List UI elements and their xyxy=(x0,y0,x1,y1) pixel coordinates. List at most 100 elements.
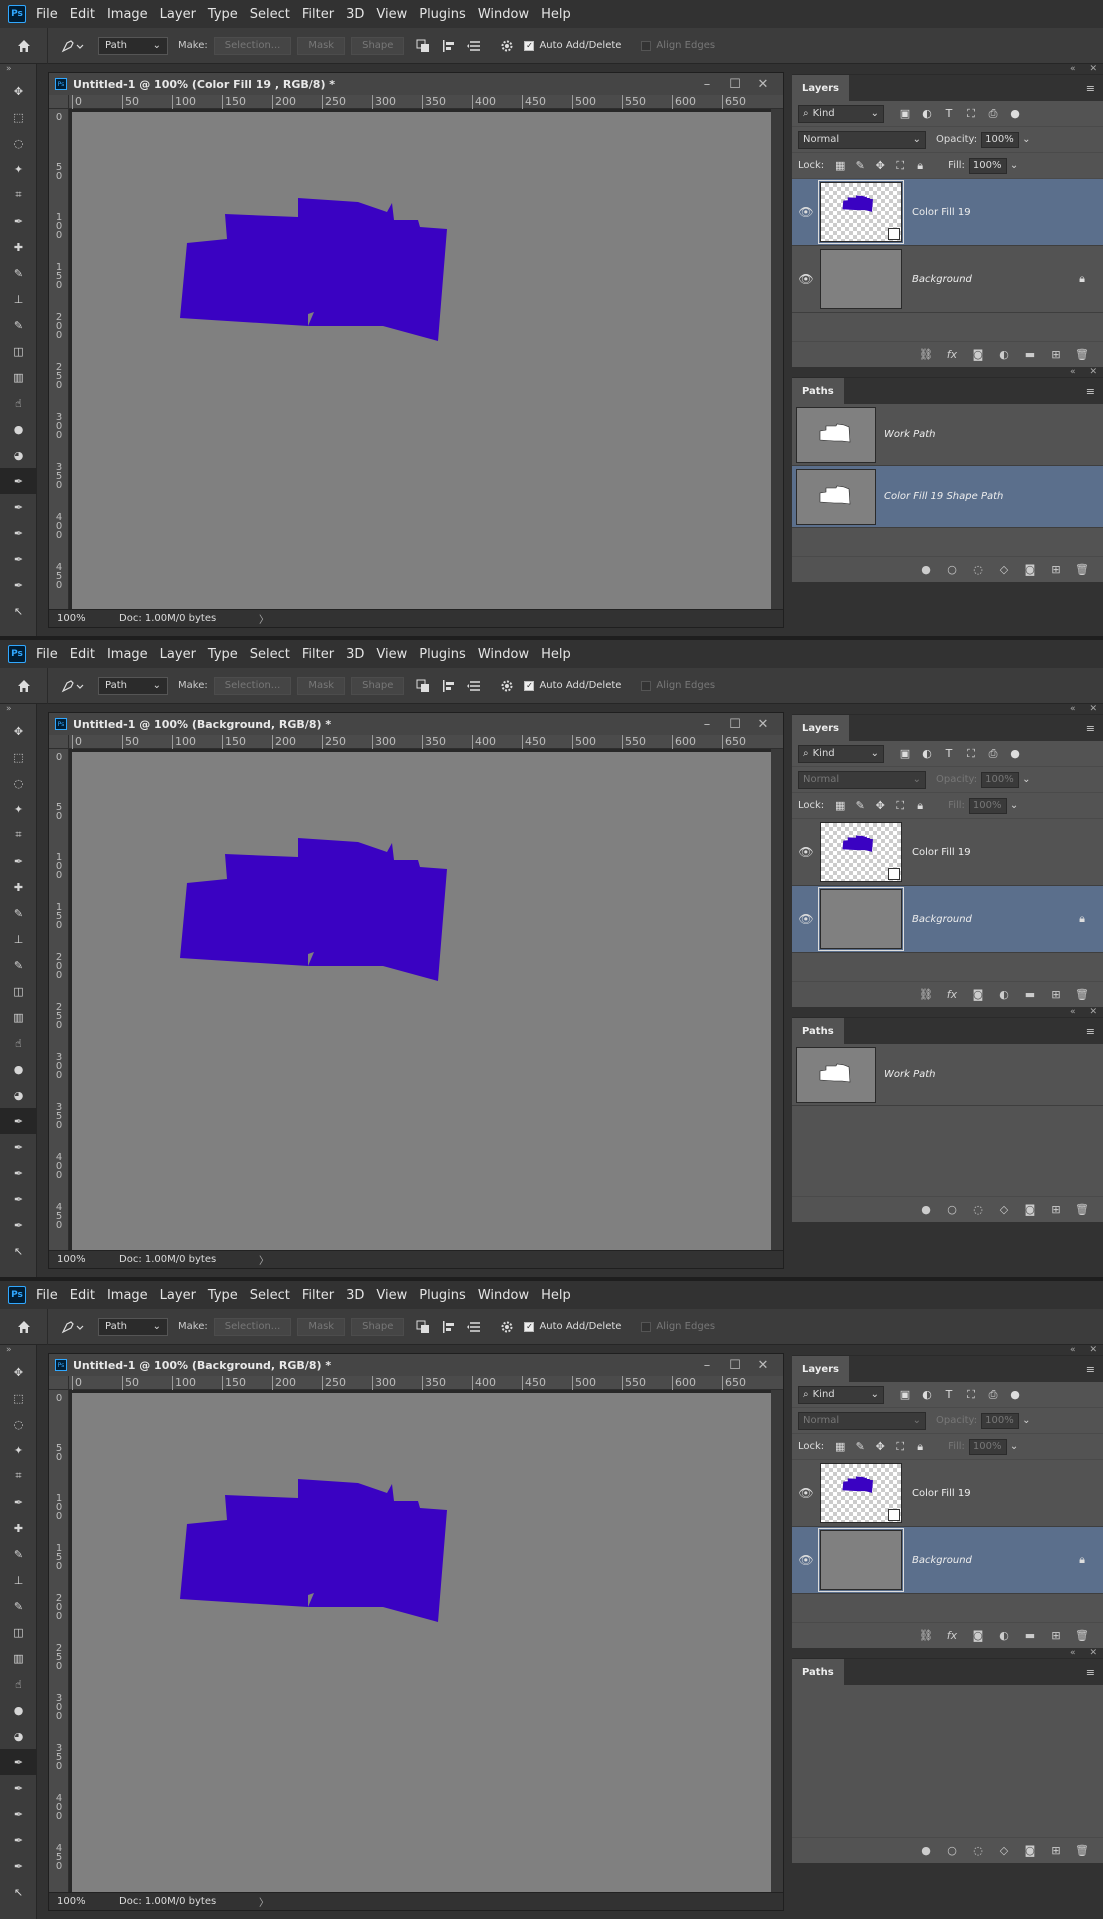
eye-icon[interactable]: 👁︎ xyxy=(792,272,820,286)
history-brush-tool-icon[interactable]: ✎ xyxy=(0,1593,37,1619)
clone-stamp-tool-icon[interactable]: ⊥ xyxy=(0,286,37,312)
minimize-icon[interactable]: – xyxy=(693,717,721,732)
fill-path-icon[interactable]: ● xyxy=(913,563,939,576)
gradient-tool-icon[interactable]: ▥ xyxy=(0,364,37,390)
menu-help[interactable]: Help xyxy=(537,1288,579,1303)
panel-menu-icon[interactable]: ≡ xyxy=(1086,385,1095,398)
canvas[interactable] xyxy=(72,752,772,1250)
align-edges-checkbox[interactable]: Align Edges xyxy=(641,680,715,691)
menu-type[interactable]: Type xyxy=(204,1288,246,1303)
menu-select[interactable]: Select xyxy=(246,647,298,662)
add-anchor-tool-icon[interactable]: ✒ xyxy=(0,1827,37,1853)
menu-image[interactable]: Image xyxy=(103,7,156,22)
delete-anchor-tool-icon[interactable]: ✒ xyxy=(0,1212,37,1238)
menu-layer[interactable]: Layer xyxy=(156,7,204,22)
menu-file[interactable]: File xyxy=(32,647,66,662)
make-selection-button[interactable]: Selection... xyxy=(213,36,292,55)
fx-icon[interactable]: fx xyxy=(939,988,965,1001)
lasso-tool-icon[interactable]: ◌ xyxy=(0,130,37,156)
chevron-down-icon[interactable]: ⌄ xyxy=(1010,800,1018,811)
fill-input[interactable]: 100% xyxy=(968,1438,1007,1455)
vertical-ruler[interactable]: 050100150200250300350400450 xyxy=(49,749,69,1250)
layer-row-color-fill[interactable]: 👁︎ Color Fill 19 xyxy=(792,819,1103,886)
menu-3d[interactable]: 3D xyxy=(342,7,372,22)
eye-icon[interactable]: 👁︎ xyxy=(792,205,820,219)
zoom-level[interactable]: 100% xyxy=(49,1254,119,1265)
convert-point-tool-icon[interactable]: ↖ xyxy=(0,1879,37,1905)
tab-layers[interactable]: Layers xyxy=(792,75,849,101)
blend-mode-select[interactable]: Normal ⌄ xyxy=(798,130,926,149)
eraser-tool-icon[interactable]: ◫ xyxy=(0,978,37,1004)
lock-all-icon[interactable]: 🔒︎ xyxy=(910,799,930,813)
history-brush-tool-icon[interactable]: ✎ xyxy=(0,952,37,978)
close-icon[interactable]: ✕ xyxy=(749,1358,777,1373)
move-tool-icon[interactable]: ✥ xyxy=(0,78,37,104)
link-layers-icon[interactable]: ⛓ xyxy=(913,988,939,1001)
tool-preset-picker[interactable] xyxy=(48,1320,98,1334)
collapse-icon[interactable]: « xyxy=(1070,367,1076,377)
magic-wand-tool-icon[interactable]: ✦ xyxy=(0,796,37,822)
convert-point-tool-icon[interactable]: ↖ xyxy=(0,1238,37,1264)
menu-edit[interactable]: Edit xyxy=(66,647,103,662)
home-button[interactable] xyxy=(0,27,48,64)
filter-type-icon[interactable]: T xyxy=(938,1388,960,1401)
opacity-input[interactable]: 100% xyxy=(981,1412,1020,1429)
menu-select[interactable]: Select xyxy=(246,7,298,22)
minimize-icon[interactable]: – xyxy=(693,1358,721,1373)
add-anchor-tool-icon[interactable]: ✒ xyxy=(0,1186,37,1212)
path-name[interactable]: Work Path xyxy=(884,429,936,440)
trash-icon[interactable]: 🗑︎ xyxy=(1069,1844,1095,1857)
filter-toggle-icon[interactable]: ● xyxy=(1004,107,1026,120)
eye-icon[interactable]: 👁︎ xyxy=(792,1553,820,1567)
menu-edit[interactable]: Edit xyxy=(66,7,103,22)
menu-filter[interactable]: Filter xyxy=(298,647,342,662)
tab-paths[interactable]: Paths xyxy=(792,1659,844,1685)
menu-image[interactable]: Image xyxy=(103,647,156,662)
filter-type-icon[interactable]: T xyxy=(938,107,960,120)
add-mask-icon[interactable]: ◙ xyxy=(965,348,991,361)
horizontal-ruler[interactable]: 0 50 100 150 200 250 300 350 400 450 500 550 600 650 xyxy=(69,95,783,109)
healing-brush-tool-icon[interactable]: ✚ xyxy=(0,874,37,900)
ruler-origin[interactable] xyxy=(49,95,69,109)
make-shape-button[interactable]: Shape xyxy=(351,36,405,55)
close-panel-icon[interactable]: ✕ xyxy=(1089,64,1097,74)
path-operations-button[interactable] xyxy=(412,675,434,697)
status-menu-arrow[interactable]: 〉 xyxy=(259,1894,269,1909)
panel-menu-icon[interactable]: ≡ xyxy=(1086,82,1095,95)
lock-image-icon[interactable]: ✎ xyxy=(850,799,870,812)
lock-position-icon[interactable]: ✥ xyxy=(870,1440,890,1453)
panel-menu-icon[interactable]: ≡ xyxy=(1086,1666,1095,1679)
ps-logo-icon[interactable]: Ps xyxy=(8,5,26,23)
lock-icon[interactable]: 🔒︎ xyxy=(1079,1553,1085,1567)
menu-file[interactable]: File xyxy=(32,1288,66,1303)
add-anchor-tool-icon[interactable]: ✒ xyxy=(0,546,37,572)
collapse-icon[interactable]: « xyxy=(1070,1648,1076,1658)
lock-position-icon[interactable]: ✥ xyxy=(870,799,890,812)
path-row-shape[interactable]: Color Fill 19 Shape Path xyxy=(792,466,1103,528)
lock-all-icon[interactable]: 🔒︎ xyxy=(910,159,930,173)
ps-logo-icon[interactable]: Ps xyxy=(8,645,26,663)
pen-tool-icon[interactable]: ✒ xyxy=(0,1108,37,1134)
make-shape-button[interactable]: Shape xyxy=(351,676,405,695)
make-selection-button[interactable]: Selection... xyxy=(213,1317,292,1336)
vertical-scrollbar[interactable] xyxy=(771,109,783,609)
auto-add-delete-checkbox[interactable]: ✓ Auto Add/Delete xyxy=(524,680,621,691)
trash-icon[interactable]: 🗑︎ xyxy=(1069,348,1095,361)
pen-mode-select[interactable]: Path ⌄ xyxy=(98,676,168,695)
menu-plugins[interactable]: Plugins xyxy=(415,647,474,662)
history-brush-tool-icon[interactable]: ✎ xyxy=(0,312,37,338)
lock-icon[interactable]: 🔒︎ xyxy=(1079,912,1085,926)
filter-pixel-icon[interactable]: ▣ xyxy=(894,1388,916,1401)
smudge-tool-icon[interactable]: ☝ xyxy=(0,390,37,416)
crop-tool-icon[interactable]: ⌗ xyxy=(0,182,37,208)
settings-button[interactable] xyxy=(496,675,518,697)
menu-layer[interactable]: Layer xyxy=(156,1288,204,1303)
chevron-down-icon[interactable]: ⌄ xyxy=(1010,160,1018,171)
lock-transparent-icon[interactable]: ▦ xyxy=(830,159,850,172)
collapse-icon[interactable]: « xyxy=(1070,704,1076,714)
panel-menu-icon[interactable]: ≡ xyxy=(1086,722,1095,735)
filter-kind-select[interactable]: ⌕ Kind ⌄ xyxy=(798,1385,884,1404)
ruler-origin[interactable] xyxy=(49,1376,69,1390)
marquee-tool-icon[interactable]: ⬚ xyxy=(0,104,37,130)
maximize-icon[interactable]: ☐ xyxy=(721,717,749,732)
